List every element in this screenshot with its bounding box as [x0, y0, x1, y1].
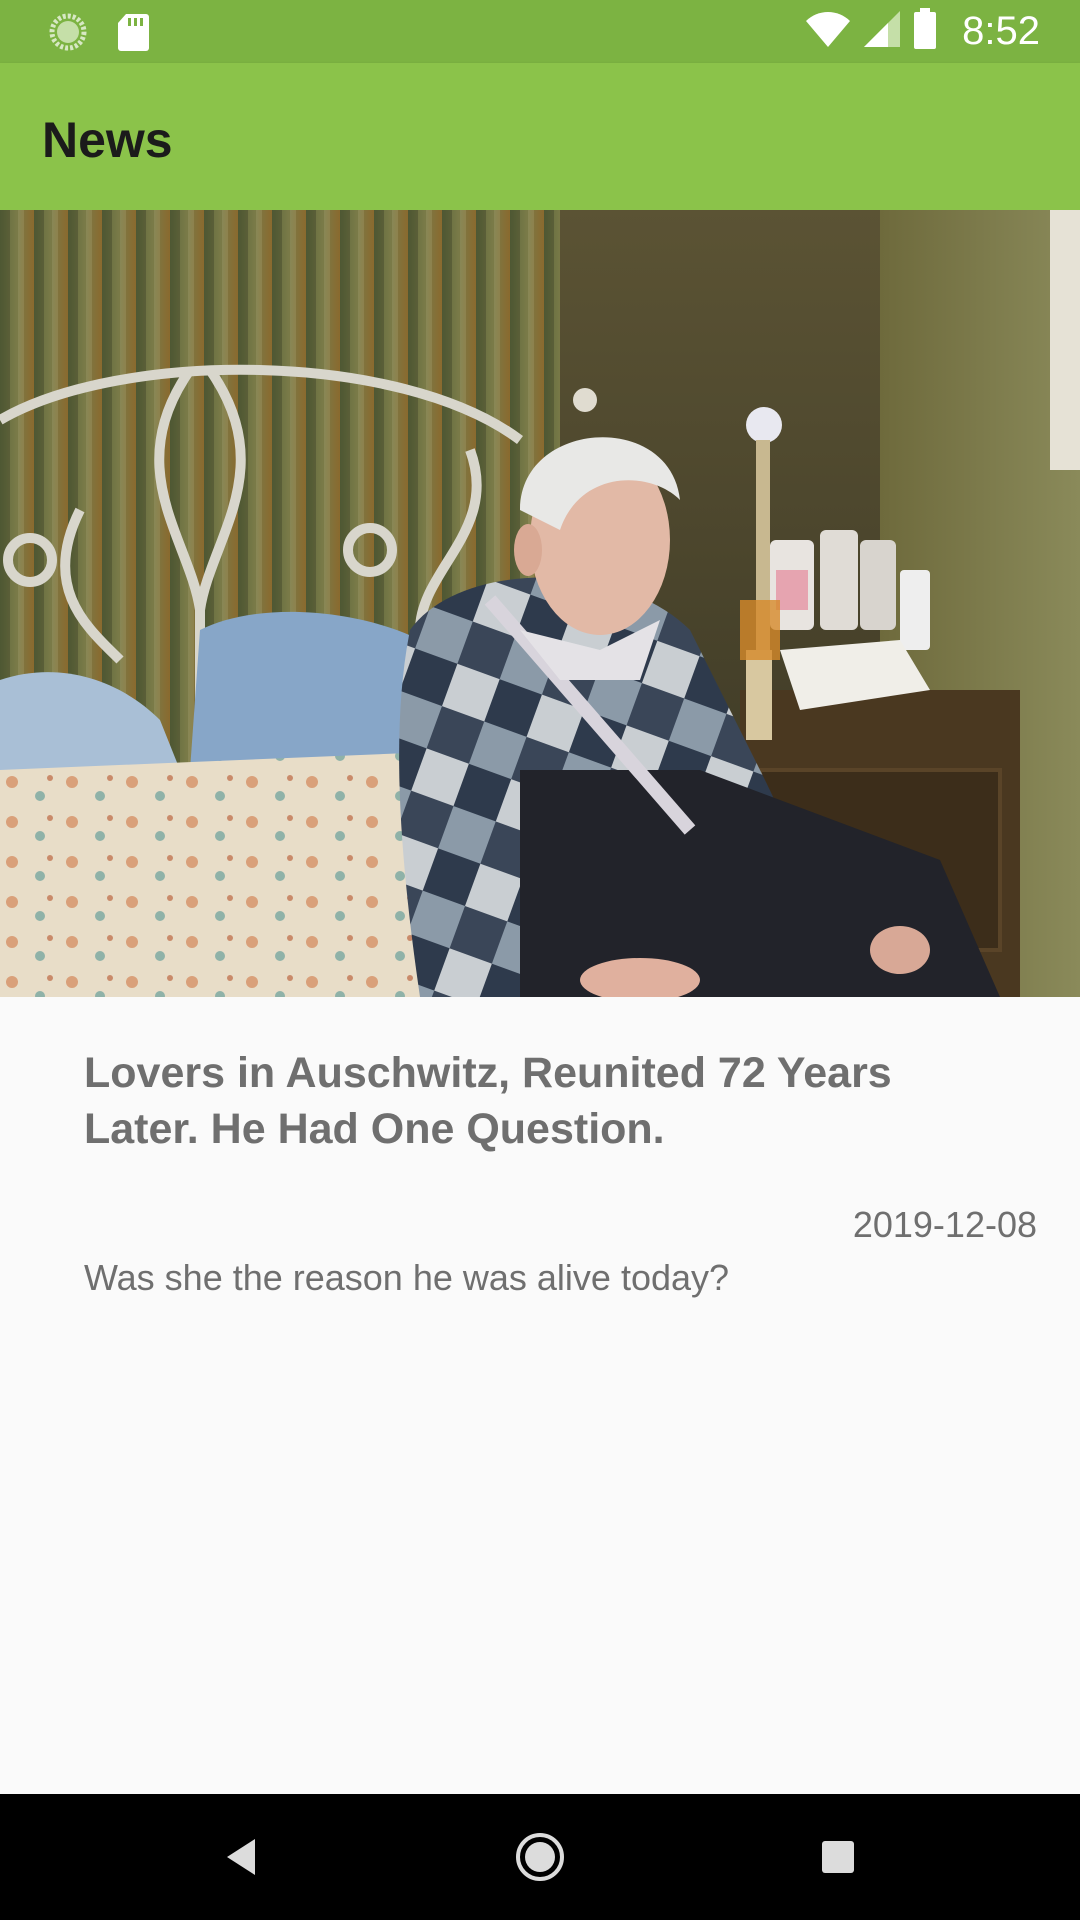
app-title: News	[42, 112, 173, 168]
article-summary: Was she the reason he was alive today?	[84, 1257, 730, 1298]
article-headline[interactable]: Lovers in Auschwitz, Reunited 72 Years L…	[84, 1045, 984, 1157]
app-bar: News	[0, 63, 1080, 210]
recents-icon[interactable]	[803, 1822, 873, 1892]
status-time: 8:52	[962, 9, 1040, 53]
wifi-icon	[804, 9, 852, 54]
article-image[interactable]	[0, 210, 1080, 997]
back-icon[interactable]	[206, 1822, 276, 1892]
status-bar: 8:52	[0, 0, 1080, 63]
battery-icon	[912, 8, 938, 55]
status-indicators: 8:52	[804, 0, 1040, 63]
screen: 8:52 News Lovers in Auschwitz, Reunited …	[0, 0, 1080, 1920]
loading-icon	[48, 12, 88, 52]
navigation-bar	[0, 1794, 1080, 1920]
article-photo	[0, 210, 1080, 997]
signal-icon	[862, 9, 902, 54]
home-icon[interactable]	[505, 1822, 575, 1892]
article-date: 2019-12-08	[852, 1204, 1037, 1245]
sd-card-icon	[116, 12, 156, 52]
